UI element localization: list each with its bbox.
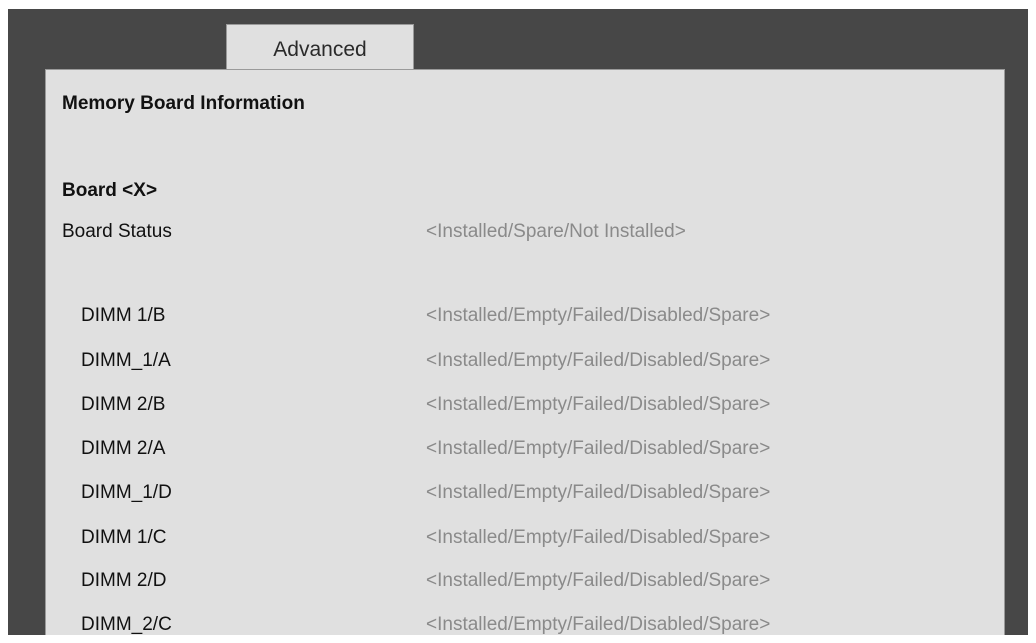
tab-advanced[interactable]: Advanced <box>226 24 414 72</box>
board-heading: Board <X> <box>62 180 158 201</box>
bios-frame: Advanced Memory Board Information Board … <box>8 9 1028 635</box>
dimm-status-value[interactable]: <Installed/Empty/Failed/Disabled/Spare> <box>426 571 770 590</box>
dimm-label: DIMM 1/B <box>81 305 166 326</box>
board-status-value[interactable]: <Installed/Spare/Not Installed> <box>426 222 686 241</box>
board-status-label: Board Status <box>62 221 172 242</box>
tab-advanced-label: Advanced <box>273 37 367 61</box>
dimm-status-value[interactable]: <Installed/Empty/Failed/Disabled/Spare> <box>426 528 770 547</box>
dimm-status-value[interactable]: <Installed/Empty/Failed/Disabled/Spare> <box>426 351 770 370</box>
dimm-label: DIMM_2/C <box>81 614 172 635</box>
dimm-label: DIMM 2/B <box>81 394 166 415</box>
dimm-status-value[interactable]: <Installed/Empty/Failed/Disabled/Spare> <box>426 615 770 634</box>
dimm-label: DIMM 2/A <box>81 438 166 459</box>
section-title: Memory Board Information <box>62 93 305 114</box>
dimm-status-value[interactable]: <Installed/Empty/Failed/Disabled/Spare> <box>426 306 770 325</box>
dimm-label: DIMM_1/A <box>81 350 171 371</box>
dimm-label: DIMM 1/C <box>81 527 167 548</box>
dimm-status-value[interactable]: <Installed/Empty/Failed/Disabled/Spare> <box>426 483 770 502</box>
memory-board-panel: Memory Board Information Board <X> Board… <box>45 69 1005 635</box>
dimm-status-value[interactable]: <Installed/Empty/Failed/Disabled/Spare> <box>426 395 770 414</box>
dimm-label: DIMM 2/D <box>81 570 167 591</box>
dimm-status-value[interactable]: <Installed/Empty/Failed/Disabled/Spare> <box>426 439 770 458</box>
dimm-label: DIMM_1/D <box>81 482 172 503</box>
